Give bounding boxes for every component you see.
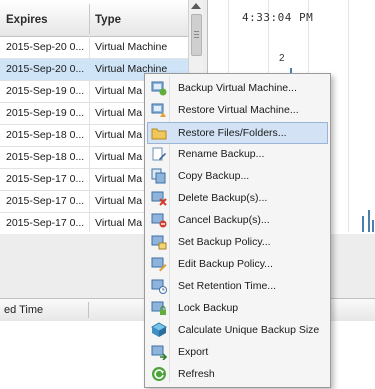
menu-item-label: Set Retention Time... (178, 280, 277, 292)
menu-item-label: Cancel Backup(s)... (178, 214, 270, 226)
chart-clock: 4:33:04 PM (242, 11, 314, 24)
grip-line (194, 31, 199, 32)
menu-item-refresh[interactable]: Refresh (148, 364, 327, 384)
menu-item-calculate-size[interactable]: Calculate Unique Backup Size (148, 320, 327, 340)
cell-expires: 2015-Sep-20 0... (6, 63, 85, 75)
edit-policy-icon (151, 257, 167, 272)
cell-expires: 2015-Sep-19 0... (6, 107, 85, 119)
grip-line (194, 34, 199, 35)
calculate-icon (151, 322, 167, 337)
menu-item-lock[interactable]: Lock Backup (148, 298, 327, 318)
menu-item-label: Edit Backup Policy... (178, 258, 273, 270)
menu-item-retention[interactable]: Set Retention Time... (148, 276, 327, 296)
chart-bar (368, 210, 370, 232)
menu-item-label: Rename Backup... (178, 148, 265, 160)
cell-expires: 2015-Sep-19 0... (6, 85, 85, 97)
context-menu: Backup Virtual Machine... Restore Virtua… (144, 73, 331, 388)
menu-item-export[interactable]: Export (148, 342, 327, 362)
scrollbar-thumb[interactable] (191, 14, 202, 56)
menu-item-label: Delete Backup(s)... (178, 192, 268, 204)
menu-item-delete[interactable]: Delete Backup(s)... (148, 188, 327, 208)
menu-item-label: Export (178, 346, 209, 358)
menu-item-copy[interactable]: Copy Backup... (148, 166, 327, 186)
cell-expires: 2015-Sep-17 0... (6, 173, 85, 185)
scroll-up-arrow-icon[interactable] (191, 3, 201, 9)
retention-icon (151, 279, 167, 294)
chart-bar (362, 216, 364, 232)
menu-item-label: Calculate Unique Backup Size (178, 324, 320, 336)
copy-icon (151, 168, 166, 184)
column-separator[interactable] (88, 302, 89, 318)
menu-item-restore-files[interactable]: Restore Files/Folders... (147, 122, 328, 144)
lock-icon (151, 301, 166, 315)
menu-item-label: Restore Virtual Machine... (178, 104, 299, 116)
menu-item-label: Refresh (178, 368, 215, 380)
cell-expires: 2015-Sep-17 0... (6, 217, 85, 229)
menu-item-label: Lock Backup (178, 302, 239, 314)
chart-y-tick: 2 (279, 53, 285, 64)
column-header-time[interactable]: ed Time (4, 299, 84, 321)
backup-vm-icon (151, 81, 167, 96)
refresh-icon (152, 367, 166, 381)
chart-bar (372, 220, 374, 232)
table-header: Expires Type (0, 0, 188, 37)
menu-item-restore-vm[interactable]: Restore Virtual Machine... (148, 100, 327, 120)
table-row[interactable]: 2015-Sep-20 0... Virtual Machine (0, 37, 188, 59)
menu-item-backup-vm[interactable]: Backup Virtual Machine... (148, 78, 327, 98)
rename-icon (152, 147, 166, 161)
menu-item-label: Restore Files/Folders... (178, 127, 287, 139)
grip-line (194, 37, 199, 38)
cell-expires: 2015-Sep-20 0... (6, 41, 85, 53)
menu-item-label: Backup Virtual Machine... (178, 82, 297, 94)
cell-expires: 2015-Sep-17 0... (6, 195, 85, 207)
cancel-icon (151, 213, 167, 228)
column-header-expires[interactable]: Expires (6, 0, 88, 36)
menu-item-label: Set Backup Policy... (178, 236, 271, 248)
menu-item-cancel[interactable]: Cancel Backup(s)... (148, 210, 327, 230)
folder-icon (151, 128, 167, 140)
delete-icon (151, 191, 167, 206)
column-separator[interactable] (89, 4, 90, 34)
cell-expires: 2015-Sep-18 0... (6, 151, 85, 163)
cell-expires: 2015-Sep-18 0... (6, 129, 85, 141)
menu-item-label: Copy Backup... (178, 170, 250, 182)
set-policy-icon (151, 235, 167, 250)
column-header-type[interactable]: Type (95, 0, 187, 36)
cell-type: Virtual Machine (95, 41, 168, 53)
restore-vm-icon (151, 103, 166, 117)
menu-item-set-policy[interactable]: Set Backup Policy... (148, 232, 327, 252)
export-icon (151, 345, 167, 360)
menu-item-rename[interactable]: Rename Backup... (148, 144, 327, 164)
menu-item-edit-policy[interactable]: Edit Backup Policy... (148, 254, 327, 274)
